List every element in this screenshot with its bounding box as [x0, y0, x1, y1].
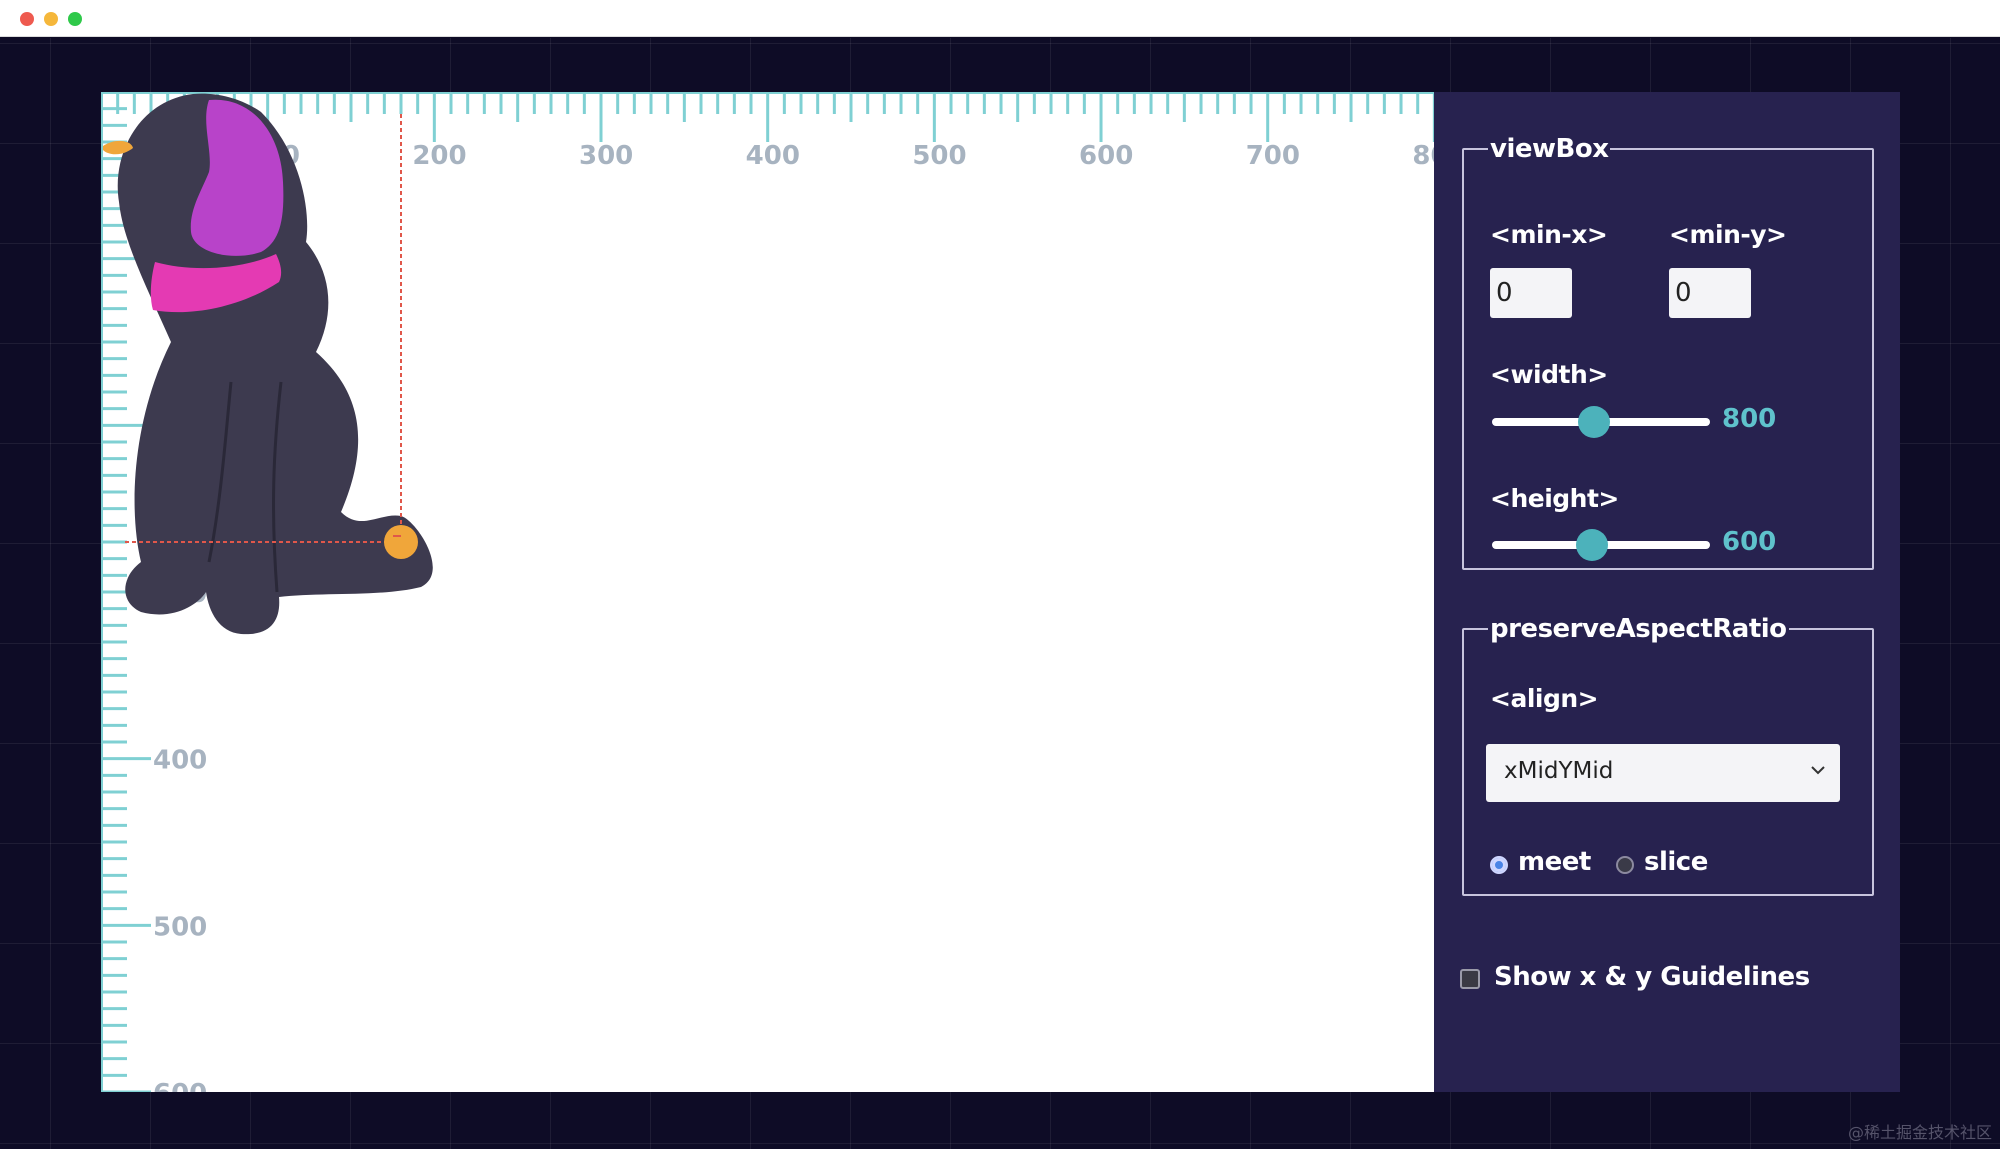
meet-radio[interactable] — [1490, 856, 1508, 874]
y-ruler-label: 600 — [153, 1079, 207, 1092]
preserve-aspect-ratio-fieldset: preserveAspectRatio <align> xMidYMid mee… — [1462, 614, 1874, 896]
height-value: 600 — [1722, 527, 1777, 557]
guidelines-label[interactable]: Show x & y Guidelines — [1494, 962, 1810, 992]
align-label: <align> — [1490, 684, 1599, 713]
controls-panel: viewBox <min-x> <min-y> <width> 800 <hei… — [1434, 92, 1900, 1092]
dog-icon — [103, 93, 433, 635]
y-ruler-label: 500 — [153, 912, 207, 942]
min-x-input[interactable] — [1490, 268, 1572, 318]
window-titlebar — [0, 0, 2000, 37]
slice-radio[interactable] — [1616, 856, 1634, 874]
close-window-button[interactable] — [20, 12, 34, 26]
watermark: @稀土掘金技术社区 — [1847, 1123, 1992, 1142]
canvas-drawing: 10020030040050060070080 1002003004005006… — [101, 92, 1434, 1092]
viewbox-legend: viewBox — [1490, 134, 1609, 164]
width-value: 800 — [1722, 404, 1777, 434]
preserve-aspect-ratio-legend: preserveAspectRatio — [1490, 614, 1787, 644]
x-ruler-label: 500 — [912, 141, 966, 171]
align-select-value: xMidYMid — [1504, 758, 1614, 784]
slice-label[interactable]: slice — [1644, 847, 1708, 877]
maximize-window-button[interactable] — [68, 12, 82, 26]
x-ruler-label: 400 — [746, 141, 800, 171]
guidelines-checkbox[interactable] — [1460, 969, 1480, 989]
y-ruler-label: 400 — [153, 746, 207, 776]
chevron-down-icon — [1811, 766, 1825, 775]
x-ruler-label: 80 — [1412, 141, 1434, 171]
svg-canvas: 10020030040050060070080 1002003004005006… — [101, 92, 1434, 1092]
meet-label[interactable]: meet — [1518, 847, 1591, 877]
x-ruler-label: 600 — [1079, 141, 1133, 171]
height-slider-thumb[interactable] — [1576, 529, 1609, 561]
align-select[interactable]: xMidYMid — [1486, 744, 1840, 802]
min-x-label: <min-x> — [1490, 220, 1608, 249]
resize-handle[interactable] — [384, 525, 418, 559]
min-y-label: <min-y> — [1669, 220, 1787, 249]
min-y-input[interactable] — [1669, 268, 1751, 318]
x-ruler-label: 300 — [579, 141, 633, 171]
height-label: <height> — [1490, 484, 1619, 513]
width-label: <width> — [1490, 360, 1608, 389]
minimize-window-button[interactable] — [44, 12, 58, 26]
x-ruler-label: 700 — [1246, 141, 1300, 171]
width-slider-thumb[interactable] — [1578, 406, 1611, 438]
x-ruler-label: 200 — [412, 141, 466, 171]
viewbox-fieldset: viewBox <min-x> <min-y> <width> 800 <hei… — [1462, 134, 1874, 570]
x-ruler: 10020030040050060070080 — [101, 92, 1434, 171]
